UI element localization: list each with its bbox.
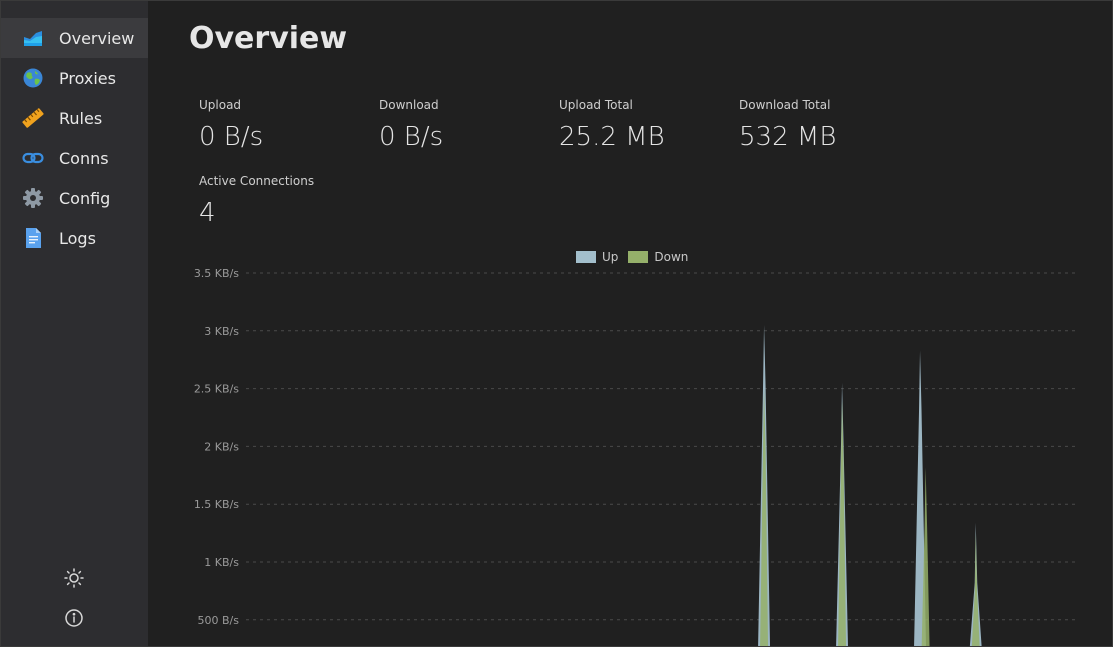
- sidebar-item-label: Config: [59, 188, 111, 208]
- sidebar-item-proxies[interactable]: Proxies: [1, 58, 148, 98]
- app-window: Overview Proxies Rules Conns Config Logs…: [0, 0, 1113, 647]
- main-content: Overview Upload 0 B/s Download 0 B/s Upl…: [148, 1, 1112, 646]
- y-tick-label: 3 KB/s: [204, 325, 239, 338]
- sidebar-item-label: Conns: [59, 148, 109, 168]
- gear-icon: [22, 187, 44, 209]
- chart-icon: [22, 27, 44, 49]
- sidebar-item-rules[interactable]: Rules: [1, 98, 148, 138]
- globe-icon: [22, 67, 44, 89]
- sidebar-item-label: Logs: [59, 228, 96, 248]
- y-tick-label: 3.5 KB/s: [194, 267, 239, 280]
- sidebar: Overview Proxies Rules Conns Config Logs: [1, 1, 148, 646]
- info-icon: [64, 608, 84, 628]
- sun-icon: [64, 568, 84, 588]
- link-icon: [22, 147, 44, 169]
- sidebar-item-label: Proxies: [59, 68, 116, 88]
- series-down: [760, 388, 980, 646]
- y-tick-label: 500 B/s: [198, 614, 240, 627]
- sidebar-item-config[interactable]: Config: [1, 178, 148, 218]
- y-tick-label: 1.5 KB/s: [194, 498, 239, 511]
- area-spike-down: [971, 533, 980, 646]
- ruler-icon: [22, 107, 44, 129]
- sidebar-item-label: Overview: [59, 28, 135, 48]
- traffic-chart: 500 B/s 1 KB/s 1.5 KB/s 2 KB/s 2.5 KB/s 3 KB/…: [194, 267, 1076, 646]
- sidebar-nav: Overview Proxies Rules Conns Config Logs: [1, 18, 148, 258]
- y-tick-label: 2.5 KB/s: [194, 383, 239, 396]
- about-button[interactable]: [63, 607, 85, 629]
- series-up: [758, 325, 982, 646]
- sidebar-item-logs[interactable]: Logs: [1, 218, 148, 258]
- sidebar-item-label: Rules: [59, 108, 103, 128]
- y-tick-label: 2 KB/s: [204, 440, 239, 453]
- theme-toggle-button[interactable]: [63, 567, 85, 589]
- document-icon: [22, 227, 44, 249]
- y-tick-label: 1 KB/s: [204, 556, 239, 569]
- sidebar-item-conns[interactable]: Conns: [1, 138, 148, 178]
- sidebar-item-overview[interactable]: Overview: [1, 18, 148, 58]
